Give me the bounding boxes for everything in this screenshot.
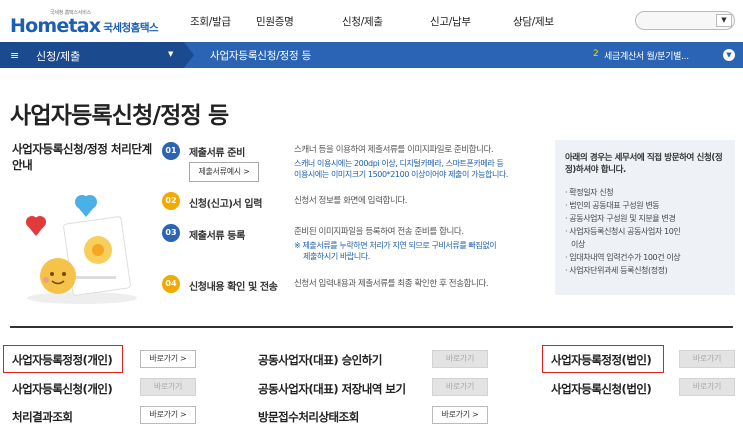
logo-caption: 국세청 홈택스서비스: [50, 10, 91, 16]
list-item: 이상: [571, 240, 585, 249]
search-input[interactable]: ▼: [635, 11, 735, 30]
top-header: 국세청 홈택스서비스 Hometax 국세청홈택스 조회/발급 민원증명 신청/…: [0, 0, 743, 44]
notice-expand-icon[interactable]: ▼: [723, 49, 735, 61]
section-label: 신청/제출: [36, 50, 81, 63]
service-label-correct-personal: 사업자등록정정(개인): [12, 353, 113, 367]
step-title: 신청(신고)서 입력: [189, 199, 263, 210]
nav-item-inquiry[interactable]: 조회/발급: [190, 14, 231, 29]
service-label-correct-corporate: 사업자등록정정(법인): [551, 353, 652, 367]
service-label-joint-approve: 공동사업자(대표) 승인하기: [258, 353, 382, 367]
document-illustration: [26, 195, 137, 304]
step-description: 스캐너 등을 이용하여 제출서류를 이미지파일로 준비합니다.: [294, 145, 494, 155]
step-description: 준비된 이미지파일을 등록하여 전송 준비를 합니다.: [294, 227, 464, 237]
step-title: 신청내용 확인 및 전송: [189, 282, 278, 293]
service-label-apply-personal: 사업자등록신청(개인): [12, 382, 113, 396]
page-title: 사업자등록신청/정정 등: [10, 103, 229, 129]
breadcrumb[interactable]: 사업자등록신청/정정 등: [210, 48, 311, 63]
nav-item-certificates[interactable]: 민원증명: [256, 14, 294, 29]
hamburger-icon[interactable]: ≡: [10, 49, 19, 62]
visit-notice-box: 아래의 경우는 세무서에 직접 방문하여 신청(정정)하셔야 합니다. · 확정…: [555, 140, 735, 295]
service-label-apply-corporate: 사업자등록신청(법인): [551, 382, 652, 396]
step-note: ※ 제출서류를 누락하면 처리가 지연 되므로 구비서류를 빠짐없이: [294, 241, 497, 250]
go-button-correct-corporate[interactable]: 바로가기: [679, 350, 735, 368]
step-number: 02: [162, 192, 180, 210]
nav-item-report[interactable]: 신고/납부: [430, 14, 471, 29]
notice-list: · 확정일자 신청 · 법인의 공동대표 구성원 변동 · 공동사업자 구성원 …: [565, 187, 733, 278]
step-note: 스캐너 이용시에는 200dpi 이상, 디지털카메라, 스마트폰카메라 등: [294, 159, 504, 168]
step-title: 제출서류 준비: [189, 148, 245, 159]
list-item: · 공동사업자 구성원 및 지분율 변경: [565, 214, 676, 223]
list-item: · 사업자단위과세 등록신청(정정): [565, 266, 668, 275]
step-number: 04: [162, 275, 180, 293]
sub-nav-bar: ≡ 신청/제출 ▼ 사업자등록신청/정정 등 2 세금계산서 월/분기별... …: [0, 42, 743, 68]
logo-wordmark: Hometax: [10, 15, 101, 37]
nav-item-consult[interactable]: 상담/제보: [513, 14, 554, 29]
go-button-joint-saved[interactable]: 바로가기: [432, 378, 488, 396]
list-item: · 법인의 공동대표 구성원 변동: [565, 201, 660, 210]
step-description: 신청서 정보를 화면에 입력합니다.: [294, 196, 408, 206]
list-item: · 임대차내역 입력건수가 100건 이상: [565, 253, 681, 262]
list-item: · 확정일자 신청: [565, 188, 614, 197]
chevron-down-icon[interactable]: ▼: [716, 14, 732, 27]
section-menu[interactable]: ≡ 신청/제출 ▼: [0, 42, 184, 68]
logo-korean: 국세청홈택스: [103, 22, 159, 34]
step-number: 01: [162, 142, 180, 160]
hometax-logo[interactable]: 국세청 홈택스서비스 Hometax 국세청홈택스: [10, 6, 159, 38]
service-label-joint-saved: 공동사업자(대표) 저장내역 보기: [258, 382, 406, 396]
go-button-joint-approve[interactable]: 바로가기: [432, 350, 488, 368]
go-button-apply-personal[interactable]: 바로가기: [140, 378, 196, 396]
step-note: 이용시에는 이미지크기 1500*2100 이상이어야 제출이 가능합니다.: [294, 170, 509, 179]
service-label-visit-status: 방문접수처리상태조회: [258, 410, 359, 424]
sample-documents-button[interactable]: 제출서류예시 >: [189, 162, 259, 182]
service-label-result-inquiry: 처리결과조회: [12, 410, 73, 424]
divider: [10, 326, 733, 328]
notice-ticker[interactable]: 세금계산서 월/분기별...: [604, 49, 689, 62]
nav-item-apply[interactable]: 신청/제출: [342, 14, 383, 29]
list-item: · 사업자등록신청시 공동사업자 10인: [565, 227, 681, 236]
go-button-visit-status[interactable]: 바로가기 >: [432, 406, 488, 424]
step-title: 제출서류 등록: [189, 231, 245, 242]
step-description: 신청서 입력내용과 제출서류를 최종 확인한 후 전송합니다.: [294, 279, 489, 289]
go-button-result-inquiry[interactable]: 바로가기 >: [140, 406, 196, 424]
breadcrumb-separator-icon: [184, 42, 194, 68]
go-button-apply-corporate[interactable]: 바로가기: [679, 378, 735, 396]
notice-heading: 아래의 경우는 세무서에 직접 방문하여 신청(정정)하셔야 합니다.: [565, 153, 723, 175]
step-note: 제출하시기 바랍니다.: [303, 252, 370, 261]
dropdown-arrow-icon[interactable]: ▼: [168, 50, 173, 58]
notice-index: 2: [593, 49, 599, 59]
step-number: 03: [162, 224, 180, 242]
guide-title: 사업자등록신청/정정 처리단계 안내: [12, 142, 152, 172]
go-button-correct-personal[interactable]: 바로가기 >: [140, 350, 196, 368]
